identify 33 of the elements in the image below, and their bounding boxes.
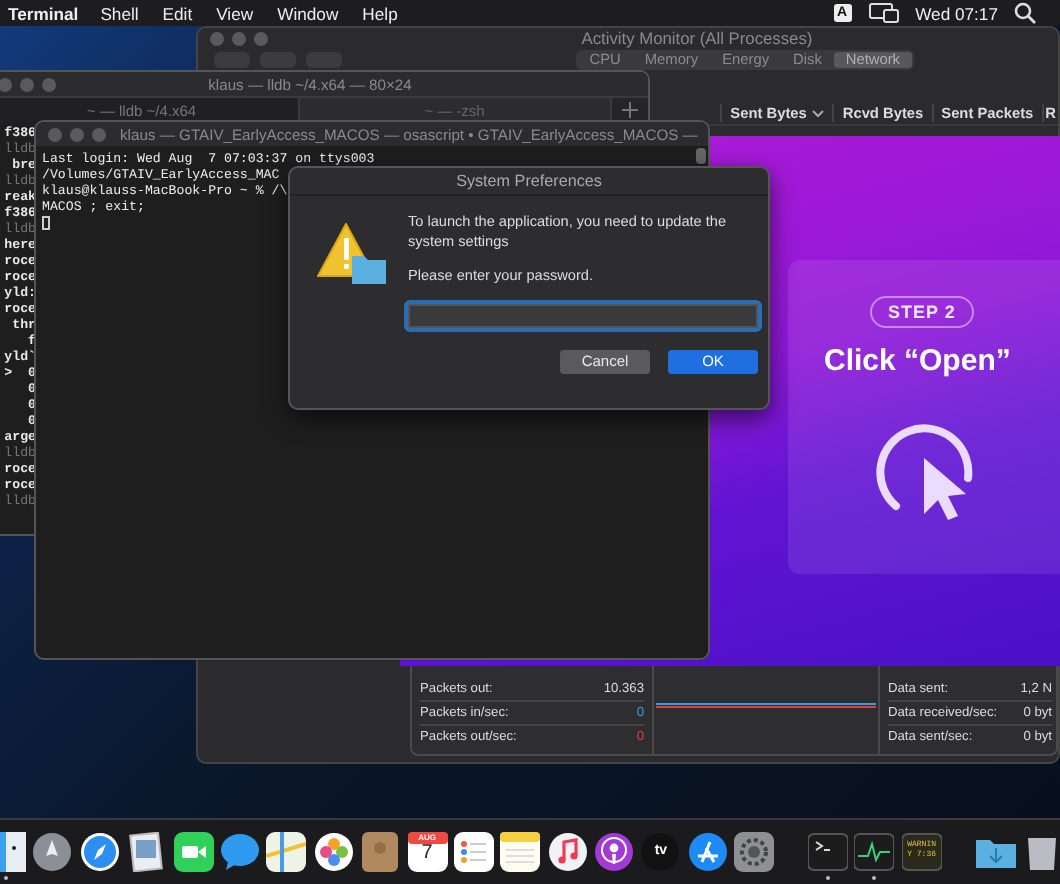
scrollbar[interactable] <box>696 148 706 164</box>
dock-app-icon[interactable] <box>854 831 895 871</box>
menu-item[interactable]: Shell <box>88 3 151 23</box>
dock-app-icon[interactable] <box>79 831 120 871</box>
window-title: Activity Monitor (All Processes) <box>579 28 815 48</box>
dock-app-icon[interactable] <box>453 831 494 871</box>
dialog-title: System Preferences <box>290 168 768 196</box>
text-cursor <box>42 216 50 230</box>
search-icon <box>1014 2 1036 24</box>
dock-app-icon[interactable] <box>808 831 849 871</box>
dock-app-icon[interactable] <box>687 831 728 871</box>
step-badge: STEP 2 <box>870 296 974 328</box>
warning-folder-icon <box>316 222 388 286</box>
password-field[interactable] <box>408 303 758 327</box>
chevron-icon <box>812 109 825 117</box>
menu-item[interactable]: Edit <box>150 3 205 23</box>
menu-clock: Wed 07:17 <box>915 3 998 23</box>
icon-label: 7 <box>421 842 433 866</box>
menu-item[interactable]: Help <box>350 3 410 23</box>
dock-app-icon[interactable] <box>594 831 635 871</box>
dock-app-icon[interactable] <box>547 831 588 871</box>
plus-icon <box>622 102 638 118</box>
dock-app-icon[interactable] <box>500 831 541 871</box>
dock-app-icon[interactable] <box>219 831 260 871</box>
dock-app-icon[interactable] <box>313 831 354 871</box>
dock-app-icon[interactable] <box>173 831 214 871</box>
menu-item[interactable]: View <box>204 3 266 23</box>
dock-app-icon[interactable] <box>266 831 307 871</box>
dock-app-icon[interactable] <box>32 831 73 871</box>
promo-heading: Click “Open” <box>824 344 1011 378</box>
menu-item[interactable]: Window <box>265 3 351 23</box>
dock-app-icon[interactable] <box>126 831 167 871</box>
menu-item[interactable]: Terminal <box>8 3 89 23</box>
